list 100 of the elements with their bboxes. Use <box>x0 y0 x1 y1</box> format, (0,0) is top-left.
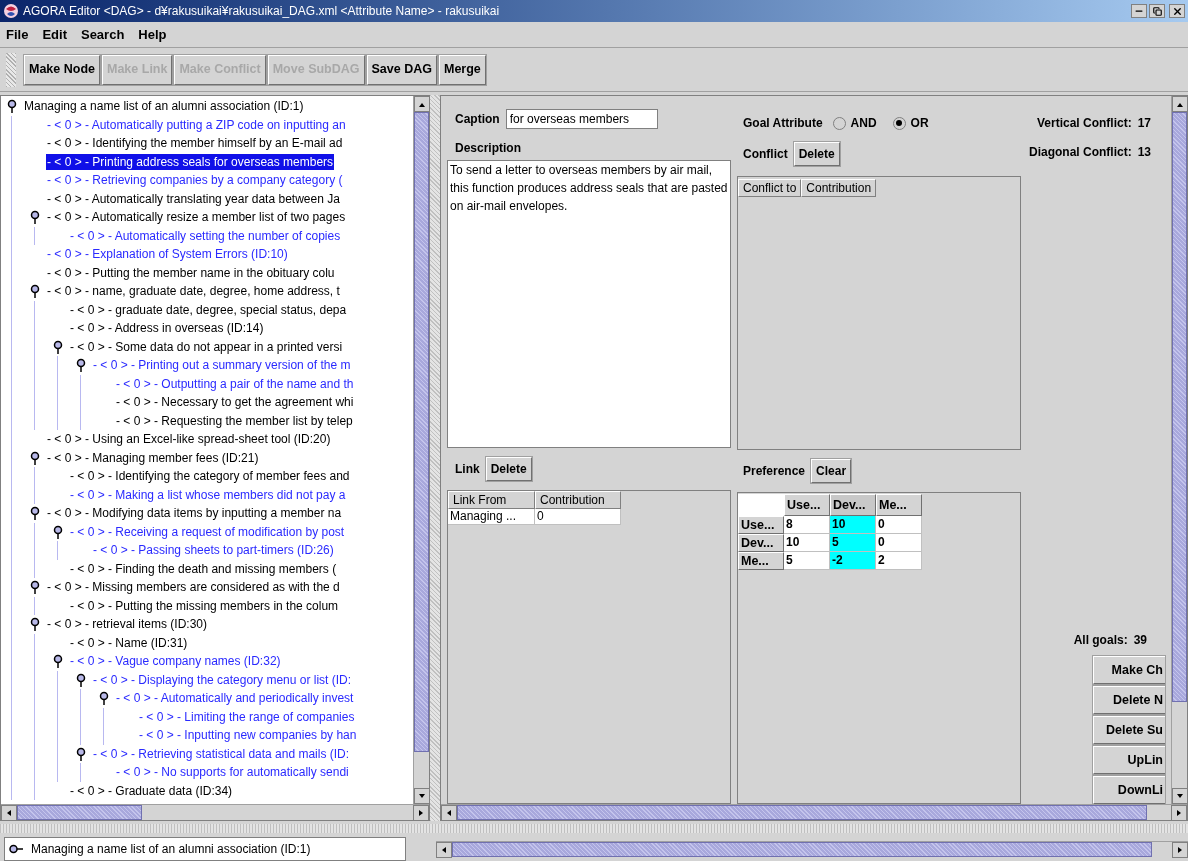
toolbar-button[interactable]: Save DAG <box>366 54 437 85</box>
table-cell: 10 <box>830 516 876 534</box>
tree-node-label[interactable]: - < 0 > - Automatically and periodically invest <box>115 690 355 707</box>
expand-handle-icon[interactable] <box>30 450 40 465</box>
column-header[interactable]: Use... <box>784 494 830 516</box>
tree-node-label[interactable]: - < 0 > - Automatically putting a ZIP code on inputting an <box>46 116 347 133</box>
tree-node-label[interactable]: - < 0 > - Making a list whose members did not pay a <box>69 486 347 503</box>
tree-node-label[interactable]: - < 0 > - Using an Excel-like spread-sheet tool (ID:20) <box>46 431 332 448</box>
tree-node-label[interactable]: - < 0 > - Name (ID:31) <box>69 634 189 651</box>
tree-node-label[interactable]: - < 0 > - Some data do not appear in a printed versi <box>69 338 344 355</box>
tree-node-label[interactable]: - < 0 > - retrieval items (ID:30) <box>46 616 209 633</box>
conflict-label: Conflict <box>743 146 788 163</box>
tree-node-label[interactable]: - < 0 > - Displaying the category menu or list (ID: <box>92 671 353 688</box>
expand-handle-icon[interactable] <box>76 746 86 761</box>
tree-node-label[interactable]: - < 0 > - Limiting the range of companies <box>138 708 356 725</box>
column-header[interactable]: Me... <box>876 494 922 516</box>
tree-node-label[interactable]: - < 0 > - Modifying data items by inputting a member na <box>46 505 343 522</box>
tree-node-label[interactable]: - < 0 > - Retrieving statistical data and mails (ID: <box>92 745 351 762</box>
delete-button[interactable]: Delete <box>485 457 532 481</box>
scrollbar-thumb[interactable] <box>17 805 142 820</box>
table-cell: 0 <box>876 534 922 552</box>
table-cell: 2 <box>876 552 922 570</box>
row-header[interactable]: Me... <box>738 552 784 570</box>
tree-node-label[interactable]: - < 0 > - Putting the missing members in the colum <box>69 597 340 614</box>
tree-node-label[interactable]: - < 0 > - Passing sheets to part-timers (ID:26) <box>92 542 335 559</box>
tree-node-label[interactable]: - < 0 > - Putting the member name in the obituary colu <box>46 264 336 281</box>
tree-node-label[interactable]: - < 0 > - Necessary to get the agreement whi <box>115 394 355 411</box>
expand-handle-icon[interactable] <box>30 617 40 632</box>
tree-node-label[interactable]: - < 0 > - Retrieving companies by a company category ( <box>46 172 344 189</box>
tree-node-label[interactable]: Managing a name list of an alumni association (ID:1) <box>23 98 305 115</box>
tree-node-label[interactable]: - < 0 > - Inputting new companies by han <box>138 727 358 744</box>
tree-node-label[interactable]: - < 0 > - Printing out a summary version of the m <box>92 357 352 374</box>
goal-attribute-label: Goal Attribute <box>743 115 823 132</box>
expand-handle-icon[interactable] <box>76 358 86 373</box>
action-button[interactable]: Delete Su <box>1093 716 1165 744</box>
vertical-scrollbar[interactable] <box>413 96 429 804</box>
scrollbar-thumb[interactable] <box>414 112 429 752</box>
expand-handle-icon[interactable] <box>53 339 63 354</box>
action-button[interactable]: DownLi <box>1093 776 1165 804</box>
action-button[interactable]: Delete N <box>1093 686 1165 714</box>
expand-handle-icon[interactable] <box>30 580 40 595</box>
column-header[interactable]: Contribution <box>535 491 621 509</box>
tree-node-label[interactable]: - < 0 > - Outputting a pair of the name and th <box>115 375 355 392</box>
tree-node-label[interactable]: - < 0 > - Vague company names (ID:32) <box>69 653 282 670</box>
conflict-count-value: 13 <box>1137 143 1151 161</box>
menu-item[interactable]: Edit <box>42 24 67 45</box>
vertical-scrollbar[interactable] <box>1171 96 1187 804</box>
action-button[interactable]: Make Ch <box>1093 656 1165 684</box>
radio-button[interactable] <box>832 116 846 130</box>
menu-item[interactable]: Help <box>138 24 167 45</box>
conflict-count-label: Diagonal Conflict: <box>1028 143 1132 161</box>
toolbar-button[interactable]: Merge <box>438 54 486 85</box>
tree-node-label[interactable]: - < 0 > - Managing member fees (ID:21) <box>46 449 260 466</box>
menu-item[interactable]: Search <box>80 24 125 45</box>
row-header[interactable]: Use... <box>738 516 784 534</box>
scrollbar-thumb[interactable] <box>1172 112 1187 702</box>
caption-label: Caption <box>455 111 500 128</box>
menu-item[interactable]: File <box>6 24 29 45</box>
tree-node-label[interactable]: - < 0 > - Graduate data (ID:34) <box>69 782 234 799</box>
close-icon[interactable] <box>1169 4 1185 18</box>
tree-node-label[interactable]: - < 0 > - Address in overseas (ID:14) <box>69 320 265 337</box>
expand-handle-icon[interactable] <box>7 99 17 114</box>
action-button[interactable]: UpLin <box>1093 746 1165 774</box>
horizontal-scrollbar[interactable] <box>1 804 429 820</box>
row-header[interactable]: Dev... <box>738 534 784 552</box>
tree-node-label[interactable]: - < 0 > - name, graduate date, degree, home address, t <box>46 283 341 300</box>
expand-handle-icon[interactable] <box>30 284 40 299</box>
expand-handle-icon[interactable] <box>53 524 63 539</box>
tree-node-label[interactable]: - < 0 > - graduate date, degree, special status, depa <box>69 301 348 318</box>
column-header[interactable]: Link From <box>448 491 535 509</box>
delete-button[interactable]: Delete <box>793 142 840 166</box>
description-field[interactable]: To send a letter to overseas members by air mail, this function produces address seals that are pasted on air-mail envelopes. <box>447 160 731 448</box>
tree-node-label[interactable]: - < 0 > - Automatically translating year data between Ja <box>46 190 341 207</box>
expand-handle-icon[interactable] <box>30 506 40 521</box>
all-goals-label: All goals: <box>1073 632 1128 649</box>
expand-handle-icon[interactable] <box>76 672 86 687</box>
tree-node-label[interactable]: - < 0 > - Automatically setting the number of copies <box>69 227 342 244</box>
column-header[interactable]: Dev... <box>830 494 876 516</box>
tree-node-label[interactable]: - < 0 > - Receiving a request of modification by post <box>69 523 346 540</box>
minimize-icon[interactable] <box>1131 4 1147 18</box>
tree-node-label[interactable]: - < 0 > - Finding the death and missing members ( <box>69 560 338 577</box>
toolbar-button[interactable]: Make Node <box>24 54 100 85</box>
tree-node-label[interactable]: - < 0 > - Automatically resize a member list of two pages <box>46 209 347 226</box>
caption-field[interactable]: for overseas members <box>505 109 658 129</box>
restore-icon[interactable] <box>1149 4 1165 18</box>
tree-node-label[interactable]: - < 0 > - Requesting the member list by telep <box>115 412 354 429</box>
tree-node-label[interactable]: - < 0 > - Printing address seals for overseas members <box>46 153 335 170</box>
tree-node-label[interactable]: - < 0 > - Explanation of System Errors (ID:10) <box>46 246 289 263</box>
radio-button[interactable] <box>892 116 906 130</box>
tree-node-label[interactable]: - < 0 > - Identifying the category of member fees and <box>69 468 351 485</box>
expand-handle-icon[interactable] <box>30 210 40 225</box>
tree-node-label[interactable]: - < 0 > - Identifying the member himself by an E-mail ad <box>46 135 344 152</box>
conflict-count-label: Vertical Conflict: <box>1036 114 1132 132</box>
tree-node-label[interactable]: - < 0 > - No supports for automatically sendi <box>115 764 350 781</box>
column-header[interactable]: Contribution <box>801 179 877 197</box>
expand-handle-icon[interactable] <box>99 691 109 706</box>
column-header[interactable]: Conflict to <box>738 179 802 197</box>
expand-handle-icon[interactable] <box>53 654 63 669</box>
tree-node-label[interactable]: - < 0 > - Missing members are considered as with the d <box>46 579 341 596</box>
clear-button[interactable]: Clear <box>811 459 852 483</box>
